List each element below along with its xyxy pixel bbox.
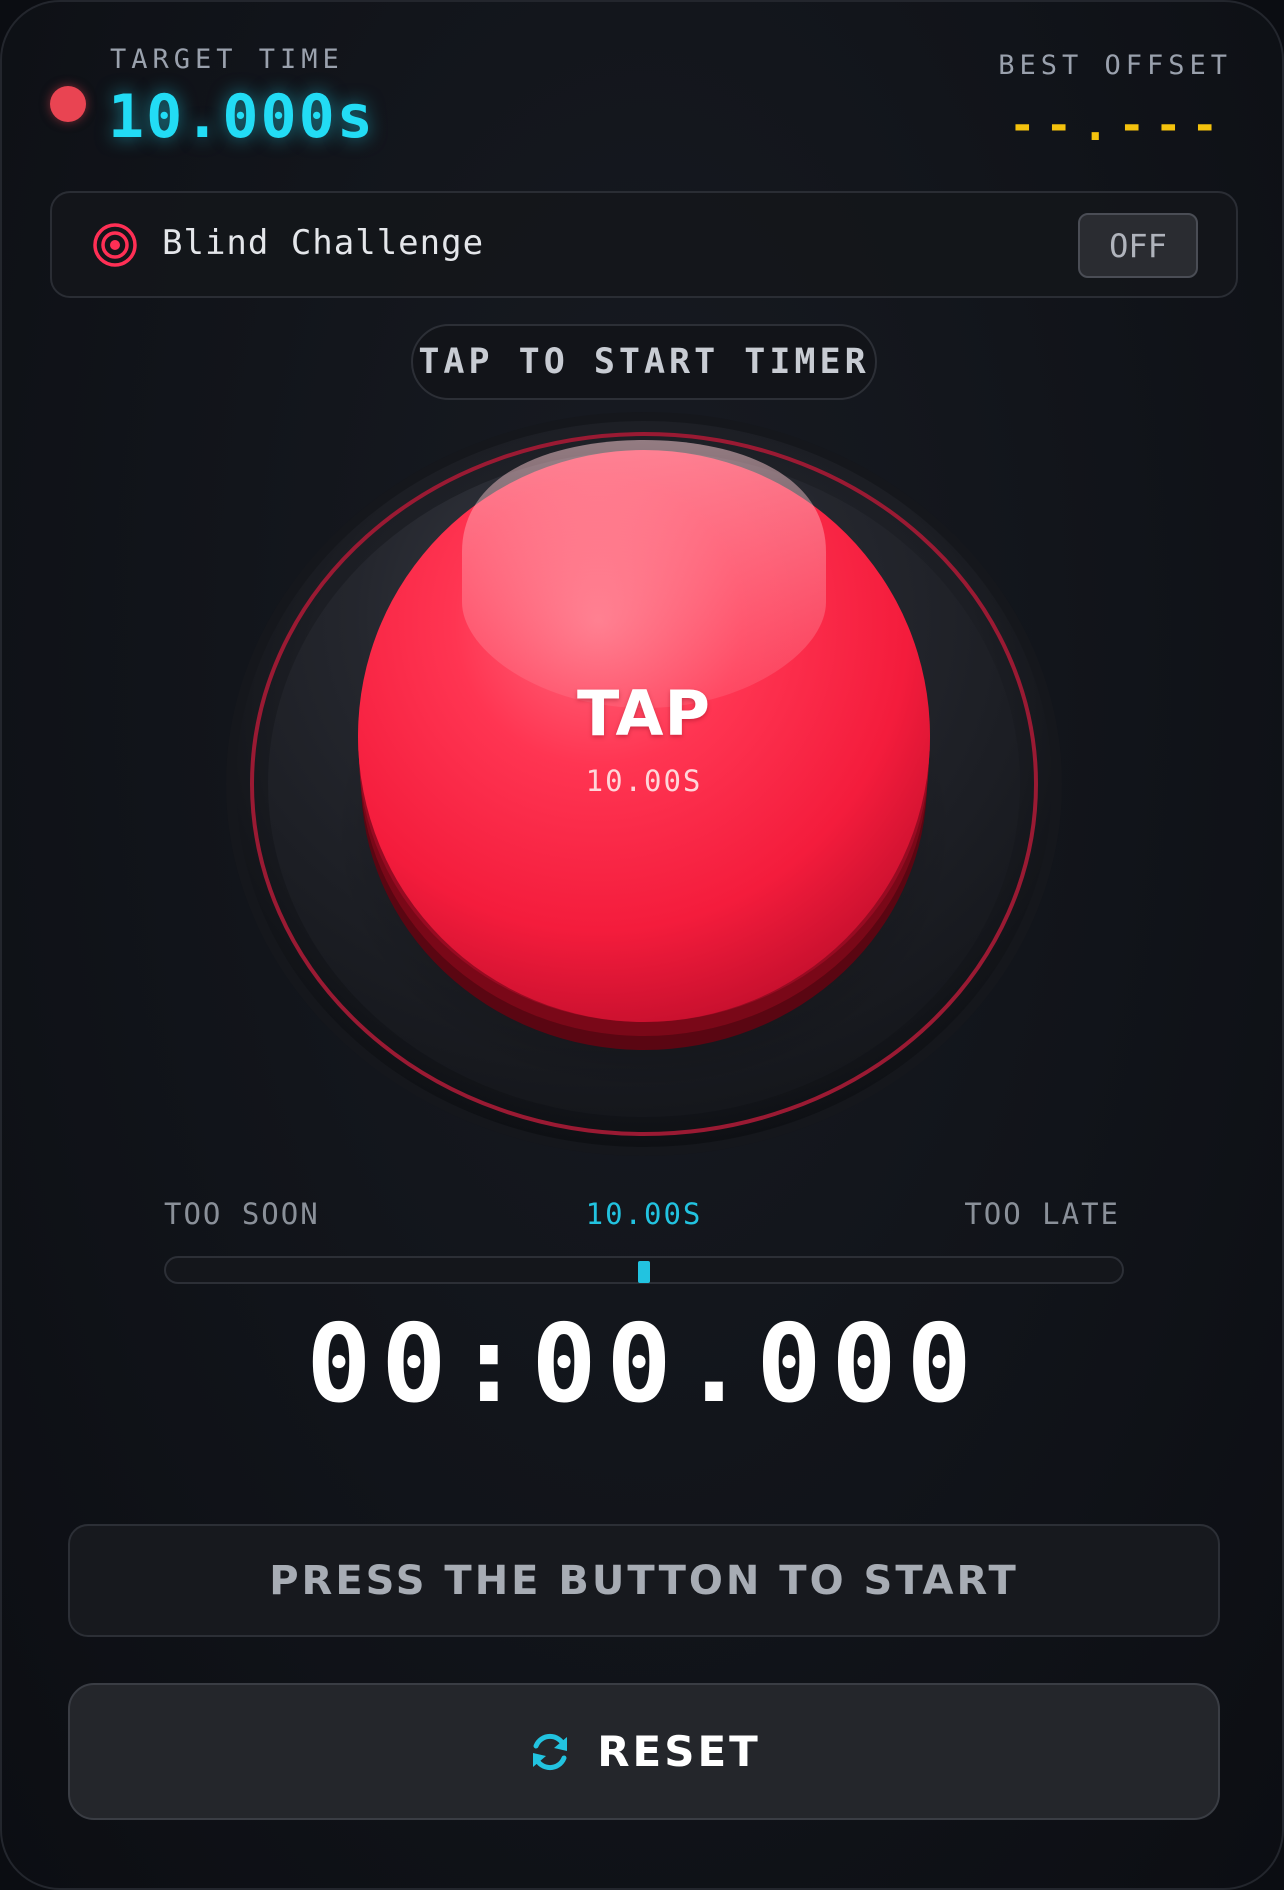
reset-button[interactable]: RESET: [68, 1683, 1220, 1820]
blind-challenge-toggle[interactable]: OFF: [1078, 213, 1198, 278]
target-icon: [93, 223, 137, 267]
elapsed-clock: 00:00.000: [306, 1302, 982, 1427]
app-card: TARGET TIME 10.000s BEST OFFSET --.--- B…: [0, 0, 1284, 1890]
gauge-too-late-label: TOO LATE: [964, 1197, 1120, 1231]
reset-label: RESET: [597, 1727, 761, 1776]
target-time-label: TARGET TIME: [110, 44, 344, 75]
best-offset-label: BEST OFFSET: [998, 50, 1232, 81]
status-message: PRESS THE BUTTON TO START: [68, 1524, 1220, 1637]
best-offset-value: --.---: [1009, 100, 1228, 151]
timing-gauge: [164, 1256, 1124, 1284]
gauge-target-marker: [638, 1261, 650, 1283]
tap-button-sublabel: 10.00S: [585, 764, 703, 798]
blind-challenge-row: Blind Challenge OFF: [50, 191, 1238, 298]
refresh-icon: [533, 1733, 568, 1770]
tap-button-label: TAP: [577, 677, 711, 750]
blind-challenge-label: Blind Challenge: [162, 223, 485, 263]
tap-button[interactable]: TAP 10.00S: [224, 412, 1064, 1157]
record-indicator: [50, 86, 86, 122]
start-hint-pill: TAP TO START TIMER: [411, 324, 877, 400]
target-time-value: 10.000s: [108, 82, 375, 152]
